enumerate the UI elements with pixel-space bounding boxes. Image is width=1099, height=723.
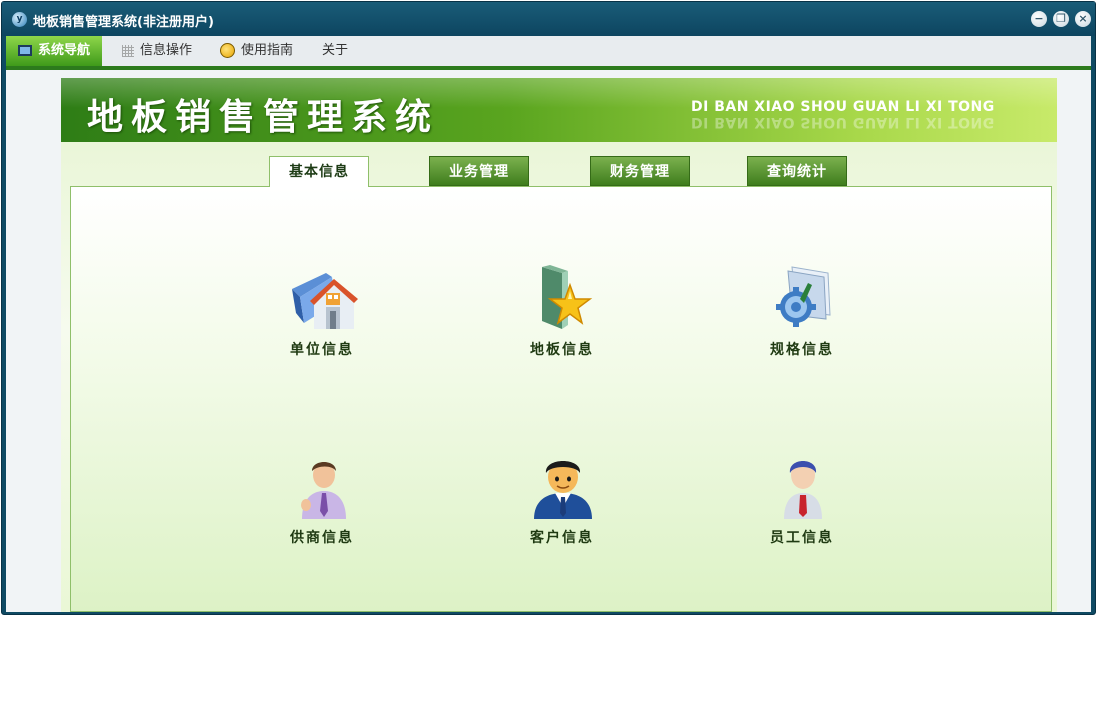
item-floor-info[interactable]: 地板信息 (502, 263, 622, 373)
tab-basic-info[interactable]: 基本信息 (269, 156, 369, 187)
item-supplier-info-label: 供商信息 (290, 530, 354, 546)
guide-icon (220, 43, 235, 58)
menu-guide-label: 使用指南 (241, 43, 294, 58)
app-logo-icon: y (12, 12, 27, 27)
item-spec-info[interactable]: 规格信息 (742, 263, 862, 373)
tab-query-stats[interactable]: 查询统计 (747, 156, 847, 186)
menu-about[interactable]: 关于 (322, 36, 348, 66)
item-employee-info-label: 员工信息 (770, 530, 834, 546)
main-content: 地板销售管理系统 DI BAN XIAO SHOU GUAN LI XI TON… (6, 70, 1091, 612)
minimize-icon[interactable]: − (1031, 11, 1047, 27)
menu-guide[interactable]: 使用指南 (220, 36, 293, 66)
menu-system-nav[interactable]: 系统导航 (6, 36, 103, 66)
item-floor-info-label: 地板信息 (530, 342, 594, 358)
menu-about-label: 关于 (322, 43, 349, 58)
banner: 地板销售管理系统 DI BAN XIAO SHOU GUAN LI XI TON… (61, 78, 1057, 142)
menu-info-ops[interactable]: 信息操作 (122, 36, 192, 66)
item-unit-info[interactable]: 单位信息 (262, 263, 382, 373)
grid-icon (122, 44, 134, 57)
tab-finance[interactable]: 财务管理 (590, 156, 690, 186)
gear-folder-icon (776, 266, 831, 327)
item-spec-info-label: 规格信息 (770, 342, 834, 358)
title-bar[interactable]: y 地板销售管理系统(非注册用户) − ❐ × (2, 2, 1095, 36)
item-supplier-info[interactable]: 供商信息 (262, 451, 382, 561)
tab-panel-basic-info: 单位信息 地板信息 规格信息 供商信息 客户信息 员工信息 (70, 186, 1052, 612)
item-unit-info-label: 单位信息 (290, 342, 354, 358)
banner-title: 地板销售管理系统 (87, 97, 440, 138)
close-icon[interactable]: × (1075, 11, 1091, 27)
tab-area: 基本信息 业务管理 财务管理 查询统计 单位信息 地板信息 规格信息 供商信息 … (61, 142, 1057, 612)
star-folder-icon (542, 265, 593, 329)
customer-person-icon (534, 461, 592, 519)
supplier-person-icon (301, 462, 346, 519)
building-folder-icon (292, 273, 358, 329)
item-employee-info[interactable]: 员工信息 (742, 451, 862, 561)
menu-info-ops-label: 信息操作 (140, 43, 193, 58)
tab-business[interactable]: 业务管理 (429, 156, 529, 186)
item-customer-info[interactable]: 客户信息 (502, 451, 622, 561)
banner-subtitle-reflection: DI BAN XIAO SHOU GUAN LI XI TONG (691, 114, 995, 130)
menu-bar: 系统导航 信息操作 使用指南 关于 (6, 36, 1091, 66)
window-title: 地板销售管理系统(非注册用户) (33, 15, 214, 30)
employee-person-icon (784, 461, 822, 519)
monitor-icon (18, 45, 32, 56)
app-window: y 地板销售管理系统(非注册用户) − ❐ × 系统导航 信息操作 使用指南 关… (1, 1, 1096, 615)
menu-system-nav-label: 系统导航 (38, 43, 91, 58)
item-customer-info-label: 客户信息 (530, 530, 594, 546)
restore-icon[interactable]: ❐ (1053, 11, 1069, 27)
banner-subtitle: DI BAN XIAO SHOU GUAN LI XI TONG (691, 99, 995, 115)
